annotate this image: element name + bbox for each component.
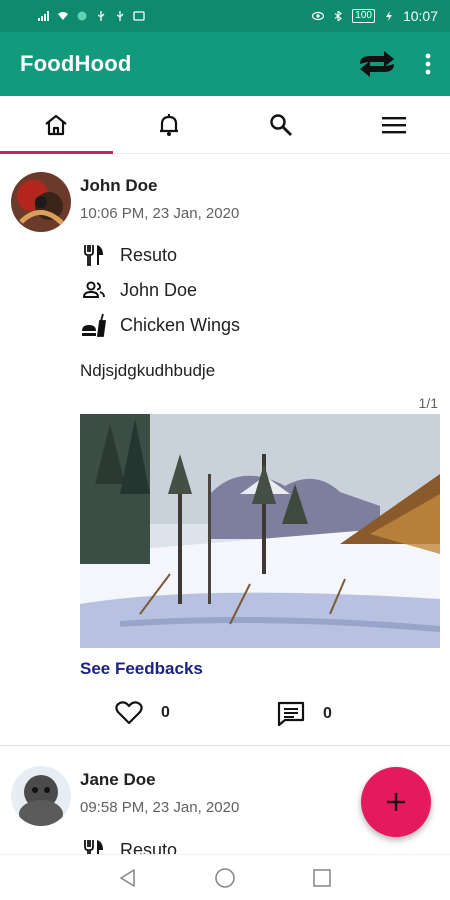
comment-stat: 0 bbox=[277, 701, 332, 727]
person-row: John Doe bbox=[80, 278, 197, 302]
like-button[interactable] bbox=[115, 701, 143, 725]
avatar[interactable] bbox=[11, 766, 71, 826]
swap-icon bbox=[360, 51, 394, 77]
post-card: John Doe 10:06 PM, 23 Jan, 2020 Resuto J… bbox=[0, 154, 450, 746]
usb-icon bbox=[97, 11, 105, 21]
signal-icon bbox=[38, 11, 49, 21]
post-feed[interactable]: John Doe 10:06 PM, 23 Jan, 2020 Resuto J… bbox=[0, 154, 450, 854]
tab-search[interactable] bbox=[225, 96, 338, 153]
status-bar: 100 10:07 bbox=[0, 0, 450, 32]
fastfood-icon bbox=[80, 313, 108, 337]
restaurant-row: Resuto bbox=[80, 243, 177, 267]
add-post-button[interactable] bbox=[361, 767, 431, 837]
app-bar-actions bbox=[358, 51, 432, 77]
app-bar: FoodHood bbox=[0, 32, 450, 96]
usb-debug-icon bbox=[116, 11, 124, 21]
menu-icon bbox=[381, 116, 406, 133]
people-icon bbox=[80, 278, 108, 302]
more-vert-icon bbox=[425, 53, 431, 75]
battery-icon: 100 bbox=[352, 9, 375, 23]
avatar-image bbox=[11, 172, 71, 232]
tab-bar bbox=[0, 96, 450, 154]
post-timestamp: 09:58 PM, 23 Jan, 2020 bbox=[80, 799, 240, 816]
restaurant-icon bbox=[80, 838, 108, 854]
post-author[interactable]: John Doe bbox=[80, 176, 157, 196]
screenshot-icon bbox=[133, 11, 145, 21]
post-description: Ndjsjdgkudhbudje bbox=[80, 361, 216, 380]
search-icon bbox=[270, 113, 293, 136]
status-time: 10:07 bbox=[402, 8, 438, 24]
restaurant-name: Resuto bbox=[120, 244, 178, 265]
eye-icon bbox=[312, 11, 325, 21]
like-stat: 0 bbox=[115, 701, 170, 725]
home-circle-icon bbox=[215, 867, 235, 888]
comment-icon bbox=[277, 701, 305, 727]
sync-dot-icon bbox=[77, 11, 87, 21]
plus-icon bbox=[387, 793, 405, 811]
see-feedbacks-link[interactable]: See Feedbacks bbox=[80, 659, 203, 679]
like-count: 0 bbox=[161, 704, 170, 721]
status-left-icons bbox=[38, 11, 145, 21]
avatar[interactable] bbox=[11, 172, 71, 232]
post-author[interactable]: Jane Doe bbox=[80, 770, 156, 790]
home-nav-button[interactable] bbox=[214, 867, 236, 889]
heart-icon bbox=[115, 701, 143, 725]
back-nav-button[interactable] bbox=[118, 868, 138, 888]
person-name: John Doe bbox=[120, 279, 198, 300]
wifi-icon bbox=[58, 12, 68, 20]
post-photo[interactable] bbox=[80, 414, 440, 648]
recents-nav-button[interactable] bbox=[312, 868, 332, 888]
bluetooth-icon bbox=[334, 11, 343, 21]
avatar-image bbox=[11, 766, 71, 826]
dish-name: Chicken Wings bbox=[120, 314, 241, 335]
tab-notifications[interactable] bbox=[113, 96, 226, 153]
restaurant-name: Resuto bbox=[120, 839, 178, 855]
image-counter: 1/1 bbox=[418, 395, 438, 411]
tab-menu[interactable] bbox=[338, 96, 450, 153]
charging-icon bbox=[385, 11, 392, 21]
bell-icon bbox=[159, 113, 178, 136]
winter-landscape-image bbox=[80, 414, 440, 648]
recents-square-icon bbox=[313, 868, 331, 887]
tab-home[interactable] bbox=[0, 96, 113, 154]
more-options-button[interactable] bbox=[424, 53, 432, 75]
restaurant-row: Resuto bbox=[80, 838, 177, 854]
swap-button[interactable] bbox=[358, 51, 396, 77]
system-nav-bar bbox=[0, 854, 450, 900]
home-icon bbox=[45, 114, 67, 135]
restaurant-icon bbox=[80, 243, 108, 267]
post-timestamp: 10:06 PM, 23 Jan, 2020 bbox=[80, 205, 240, 222]
status-right-icons: 100 10:07 bbox=[312, 8, 438, 24]
back-triangle-icon bbox=[120, 868, 135, 887]
battery-level: 100 bbox=[352, 9, 375, 23]
comment-button[interactable] bbox=[277, 701, 305, 727]
comment-count: 0 bbox=[323, 705, 332, 722]
dish-row: Chicken Wings bbox=[80, 313, 240, 337]
app-title: FoodHood bbox=[20, 51, 132, 76]
